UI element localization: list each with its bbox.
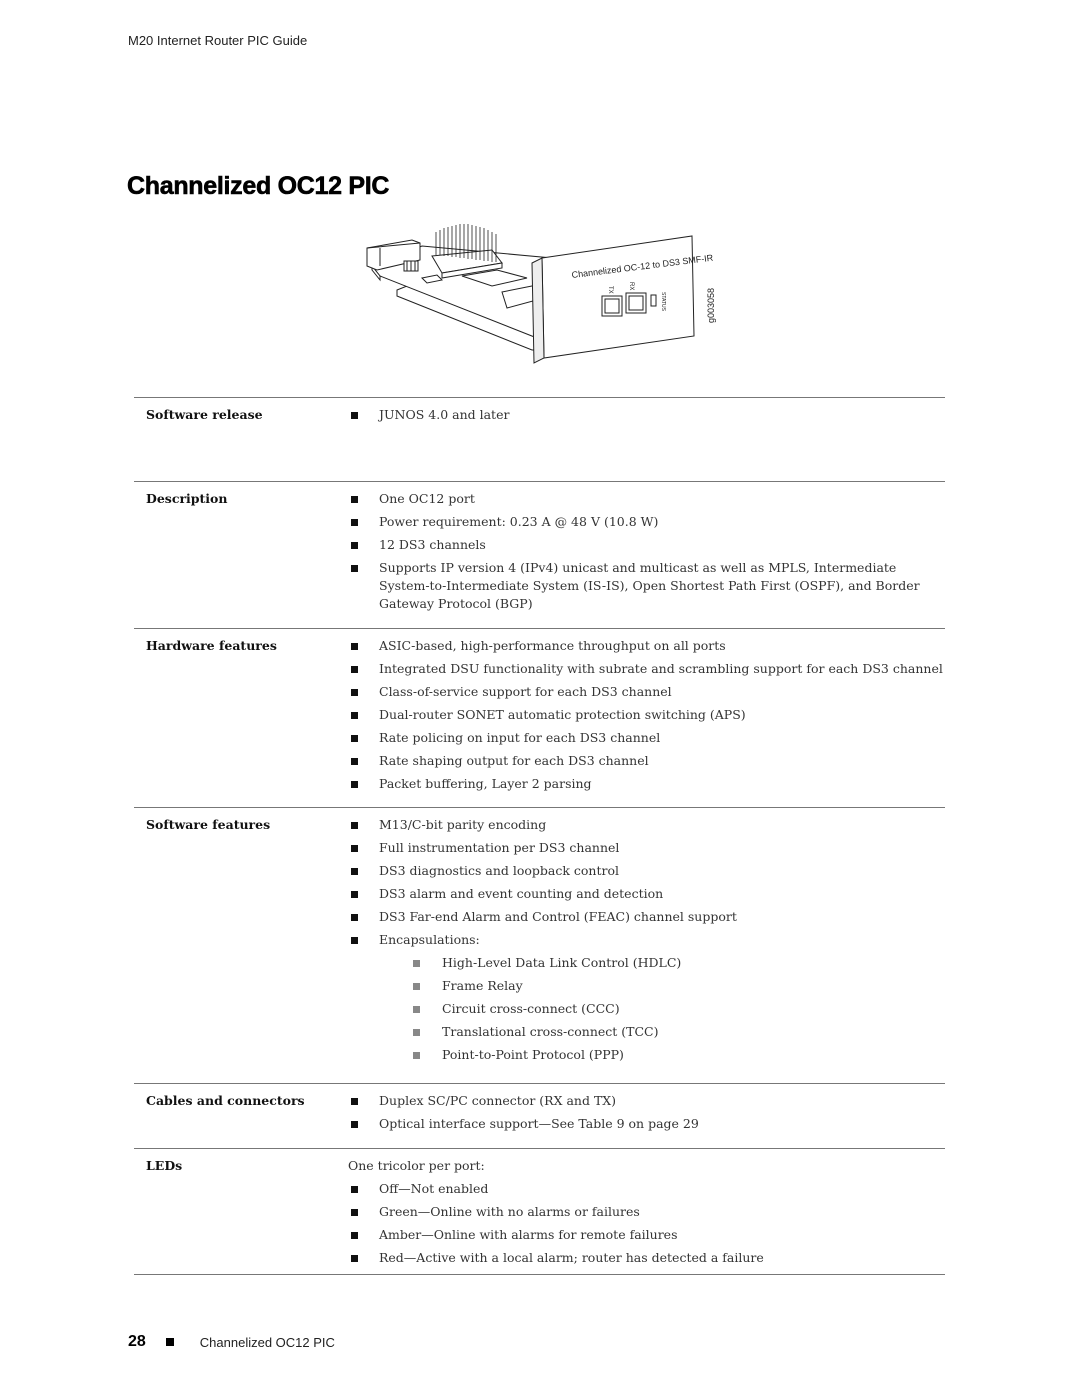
bullet-icon [351,412,358,419]
list-item: Duplex SC/PC connector (RX and TX) [348,1092,945,1110]
list-item: Encapsulations: High-Level Data Link Con… [348,931,945,1064]
spec-row-software-features: Software features M13/C-bit parity encod… [134,807,945,1083]
bullet-icon [351,781,358,788]
footer-bullet-icon [165,1338,174,1346]
list-item: Amber—Online with alarms for remote fail… [348,1226,945,1244]
spec-label: Description [146,491,228,506]
list-item: Supports IP version 4 (IPv4) unicast and… [348,559,945,613]
status-led-label: STATUS [660,292,666,312]
bullet-icon [351,1098,358,1105]
sub-list-item: Point-to-Point Protocol (PPP) [379,1046,945,1064]
sub-bullet-icon [413,983,420,990]
list-item: Optical interface support—See Table 9 on… [348,1115,945,1133]
tx-label: TX [607,286,613,294]
bullet-icon [351,689,358,696]
bullet-icon [351,712,358,719]
bullet-icon [351,1121,358,1128]
bullet-icon [351,666,358,673]
spec-label: Software features [146,817,271,832]
list-item: DS3 alarm and event counting and detecti… [348,885,945,903]
spec-label: Hardware features [146,638,277,653]
list-item: Power requirement: 0.23 A @ 48 V (10.8 W… [348,513,945,531]
list-item: 12 DS3 channels [348,536,945,554]
pic-card-drawing: Channelized OC-12 to DS3 SMF-IR TX RX ST… [366,224,716,364]
spec-row-leds: LEDs One tricolor per port: Off—Not enab… [134,1148,945,1275]
page-footer: 28 Channelized OC12 PIC [128,1333,335,1351]
list-item: ASIC-based, high-performance throughput … [348,637,945,655]
page-title: Channelized OC12 PIC [127,172,390,201]
bullet-icon [351,868,358,875]
list-item: Class-of-service support for each DS3 ch… [348,683,945,701]
sub-list-item: Circuit cross-connect (CCC) [379,1000,945,1018]
sub-list-item: High-Level Data Link Control (HDLC) [379,954,945,972]
sub-bullet-icon [413,1029,420,1036]
bullet-icon [351,1186,358,1193]
list-item: Rate policing on input for each DS3 chan… [348,729,945,747]
bullet-icon [351,1209,358,1216]
bullet-icon [351,1232,358,1239]
bullet-icon [351,758,358,765]
list-item: JUNOS 4.0 and later [348,406,945,424]
spec-label: Cables and connectors [146,1093,305,1108]
figure-id: g003058 [706,288,716,323]
list-item: Dual-router SONET automatic protection s… [348,706,945,724]
list-item: M13/C-bit parity encoding [348,816,945,834]
list-item: One OC12 port [348,490,945,508]
list-item: Off—Not enabled [348,1180,945,1198]
bullet-icon [351,519,358,526]
spec-label: LEDs [146,1158,183,1173]
list-item: Green—Online with no alarms or failures [348,1203,945,1221]
running-header: M20 Internet Router PIC Guide [128,33,308,48]
spec-table: Software release JUNOS 4.0 and later Des… [134,397,945,1275]
list-item: DS3 diagnostics and loopback control [348,862,945,880]
list-item: DS3 Far-end Alarm and Control (FEAC) cha… [348,908,945,926]
bullet-icon [351,937,358,944]
bullet-icon [351,891,358,898]
bullet-icon [351,565,358,572]
status-led [650,294,657,307]
sub-list-item: Frame Relay [379,977,945,995]
sub-list-item: Translational cross-connect (TCC) [379,1023,945,1041]
spec-row-description: Description One OC12 port Power requirem… [134,481,945,628]
bullet-icon [351,1255,358,1262]
bullet-icon [351,542,358,549]
pic-illustration: Channelized OC-12 to DS3 SMF-IR TX RX ST… [362,218,732,373]
list-item: Rate shaping output for each DS3 channel [348,752,945,770]
footer-title: Channelized OC12 PIC [199,1334,335,1350]
spec-label: Software release [146,407,263,422]
bullet-icon [351,914,358,921]
bullet-icon [351,496,358,503]
sub-bullet-icon [413,960,420,967]
bullet-icon [351,822,358,829]
list-item: Full instrumentation per DS3 channel [348,839,945,857]
rx-label: RX [628,282,634,290]
bullet-icon [351,845,358,852]
page-number: 28 [128,1333,146,1350]
list-item: Packet buffering, Layer 2 parsing [348,775,945,793]
sub-bullet-icon [413,1006,420,1013]
sub-bullet-icon [413,1052,420,1059]
list-item: Red—Active with a local alarm; router ha… [348,1249,945,1267]
bullet-icon [351,735,358,742]
spec-row-software-release: Software release JUNOS 4.0 and later [134,397,945,481]
bullet-icon [351,643,358,650]
spec-row-cables-connectors: Cables and connectors Duplex SC/PC conne… [134,1083,945,1148]
spec-row-hardware-features: Hardware features ASIC-based, high-perfo… [134,628,945,807]
encapsulations-list: High-Level Data Link Control (HDLC) Fram… [379,954,945,1064]
leds-lead-text: One tricolor per port: [348,1158,485,1173]
list-item: Integrated DSU functionality with subrat… [348,660,945,678]
